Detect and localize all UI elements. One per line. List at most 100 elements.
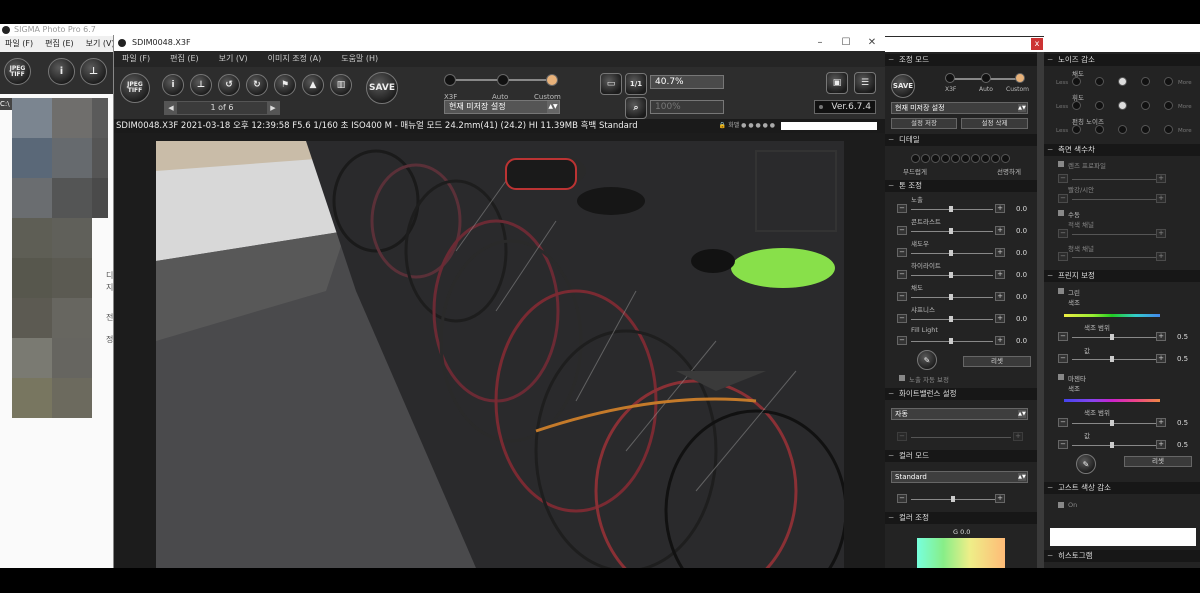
noise-dot[interactable] bbox=[1141, 125, 1150, 134]
detail-dot[interactable] bbox=[991, 154, 1000, 163]
lens-plus-button[interactable]: + bbox=[1156, 174, 1166, 183]
red-channel-plus-button[interactable]: + bbox=[1156, 229, 1166, 238]
detail-dots[interactable] bbox=[911, 154, 1010, 163]
delete-setting-button[interactable]: 설정 삭제 bbox=[961, 118, 1028, 129]
blue-channel-minus-button[interactable]: − bbox=[1058, 252, 1068, 261]
trash-button[interactable]: ▥ bbox=[330, 74, 352, 96]
rotate-left-button[interactable]: ↺ bbox=[218, 74, 240, 96]
panel-mode-auto-dot[interactable] bbox=[981, 73, 991, 83]
mode-slider[interactable]: X3F Auto Custom bbox=[444, 73, 564, 103]
sec-detail[interactable]: 디테일 bbox=[885, 134, 1037, 146]
thumbnail[interactable] bbox=[92, 138, 108, 178]
tone-minus-button[interactable]: − bbox=[897, 226, 907, 235]
panel-mode-slider[interactable]: X3F Auto Custom bbox=[945, 72, 1029, 102]
blue-channel-track[interactable] bbox=[1072, 257, 1156, 258]
sec-adjust-mode[interactable]: 조정 모드 bbox=[885, 54, 1037, 66]
tone-minus-button[interactable]: − bbox=[897, 270, 907, 279]
thumbnail[interactable] bbox=[52, 298, 92, 338]
noise-dots[interactable] bbox=[1072, 101, 1173, 110]
color-tone-wheel[interactable] bbox=[917, 538, 1005, 568]
sec-color-mode[interactable]: 컬러 모드 bbox=[885, 450, 1037, 462]
thumbnail[interactable] bbox=[12, 378, 52, 418]
main-menu-file[interactable]: 파일 (F) bbox=[5, 36, 33, 52]
magenta-range-plus-button[interactable]: + bbox=[1156, 418, 1166, 427]
zoom2-select[interactable]: 100% bbox=[650, 100, 724, 114]
sec-tone-adjust[interactable]: 톤 조정 bbox=[885, 180, 1037, 192]
noise-dot[interactable] bbox=[1118, 125, 1127, 134]
tone-wand-button[interactable]: ✎ bbox=[917, 350, 937, 370]
tone-plus-button[interactable]: + bbox=[995, 226, 1005, 235]
tree-drive-c[interactable]: C:\ bbox=[0, 98, 12, 110]
thumbnail[interactable] bbox=[52, 378, 92, 418]
panel-mode-x3f-dot[interactable] bbox=[945, 73, 955, 83]
noise-dot[interactable] bbox=[1072, 125, 1081, 134]
menu-file[interactable]: 파일 (F) bbox=[122, 51, 150, 67]
color-mode-minus-button[interactable]: − bbox=[897, 494, 907, 503]
color-mode-select[interactable]: Standard ▲▼ bbox=[891, 471, 1028, 483]
thumbnail[interactable] bbox=[12, 98, 52, 138]
green-amount-minus-button[interactable]: − bbox=[1058, 354, 1068, 363]
fit-button[interactable]: ▭ bbox=[600, 73, 622, 95]
tone-plus-button[interactable]: + bbox=[995, 248, 1005, 257]
noise-dot[interactable] bbox=[1164, 77, 1173, 86]
zoom-select[interactable]: 40.7% bbox=[650, 75, 724, 89]
wb-select[interactable]: 자동 ▲▼ bbox=[891, 408, 1028, 420]
lens-manual-checkbox[interactable] bbox=[1058, 210, 1064, 216]
sec-white-balance[interactable]: 화이트밸런스 설정 bbox=[885, 388, 1037, 400]
detail-dot[interactable] bbox=[911, 154, 920, 163]
sec-color-tone[interactable]: 컬러 조정 bbox=[885, 512, 1037, 524]
ghost-on-checkbox[interactable] bbox=[1058, 502, 1064, 508]
photo-canvas[interactable] bbox=[156, 141, 844, 568]
green-range-knob[interactable] bbox=[1110, 334, 1114, 340]
image-viewer[interactable] bbox=[114, 133, 886, 568]
next-page-icon[interactable]: ▶ bbox=[267, 102, 279, 114]
noise-dots[interactable] bbox=[1072, 77, 1173, 86]
noise-dot[interactable] bbox=[1118, 77, 1127, 86]
thumbnail[interactable] bbox=[92, 178, 108, 218]
tone-minus-button[interactable]: − bbox=[897, 336, 907, 345]
magenta-amount-minus-button[interactable]: − bbox=[1058, 440, 1068, 449]
tone-knob[interactable] bbox=[949, 294, 953, 300]
fringe-wand-button[interactable]: ✎ bbox=[1076, 454, 1096, 474]
tone-plus-button[interactable]: + bbox=[995, 292, 1005, 301]
wb-plus-button[interactable]: + bbox=[1013, 432, 1023, 441]
thumbnail[interactable] bbox=[52, 218, 92, 258]
lens-profile-checkbox[interactable] bbox=[1058, 161, 1064, 167]
actual-size-button[interactable]: 1/1 bbox=[625, 73, 647, 95]
green-amount-track[interactable] bbox=[1072, 359, 1156, 360]
info-button[interactable]: i bbox=[48, 58, 75, 85]
detail-dot[interactable] bbox=[981, 154, 990, 163]
sec-ghost-color[interactable]: 고스트 색상 감소 bbox=[1044, 482, 1200, 494]
color-mode-knob[interactable] bbox=[951, 496, 955, 502]
lens-minus-button[interactable]: − bbox=[1058, 174, 1068, 183]
lock-button[interactable]: ▲ bbox=[302, 74, 324, 96]
sec-histogram[interactable]: 히스토그램 bbox=[1044, 550, 1200, 562]
magenta-amount-plus-button[interactable]: + bbox=[1156, 440, 1166, 449]
thumbnail[interactable] bbox=[92, 98, 108, 138]
sec-fringe[interactable]: 프린지 보정 bbox=[1044, 270, 1200, 282]
tone-minus-button[interactable]: − bbox=[897, 204, 907, 213]
noise-dot[interactable] bbox=[1164, 101, 1173, 110]
thumbnail[interactable] bbox=[12, 298, 52, 338]
noise-dot[interactable] bbox=[1072, 77, 1081, 86]
rotate-right-button[interactable]: ↻ bbox=[246, 74, 268, 96]
thumbnail[interactable] bbox=[12, 258, 52, 298]
mode-auto-dot[interactable] bbox=[497, 74, 509, 86]
main-menu-view[interactable]: 보기 (V) bbox=[86, 36, 115, 52]
jpeg-tiff-button[interactable]: JPEG TIFF bbox=[4, 58, 31, 85]
tone-plus-button[interactable]: + bbox=[995, 314, 1005, 323]
close-icon[interactable]: x bbox=[1031, 38, 1043, 50]
thumbnail[interactable] bbox=[12, 138, 52, 178]
magenta-range-track[interactable] bbox=[1072, 423, 1156, 424]
lens-track[interactable] bbox=[1072, 199, 1156, 200]
wb-minus-button[interactable]: − bbox=[897, 432, 907, 441]
sec-lateral-ca[interactable]: 측면 색수차 bbox=[1044, 144, 1200, 156]
preset-select[interactable]: 현재 미저장 설정 ▲▼ bbox=[444, 100, 560, 114]
flag-button[interactable]: ⚑ bbox=[274, 74, 296, 96]
save-setting-button[interactable]: 설정 저장 bbox=[891, 118, 957, 129]
zoom-loupe-button[interactable]: ⌕ bbox=[625, 97, 647, 119]
magenta-hue-gradient[interactable] bbox=[1064, 399, 1160, 402]
thumbnail[interactable] bbox=[12, 178, 52, 218]
tone-knob[interactable] bbox=[949, 228, 953, 234]
tone-knob[interactable] bbox=[949, 316, 953, 322]
